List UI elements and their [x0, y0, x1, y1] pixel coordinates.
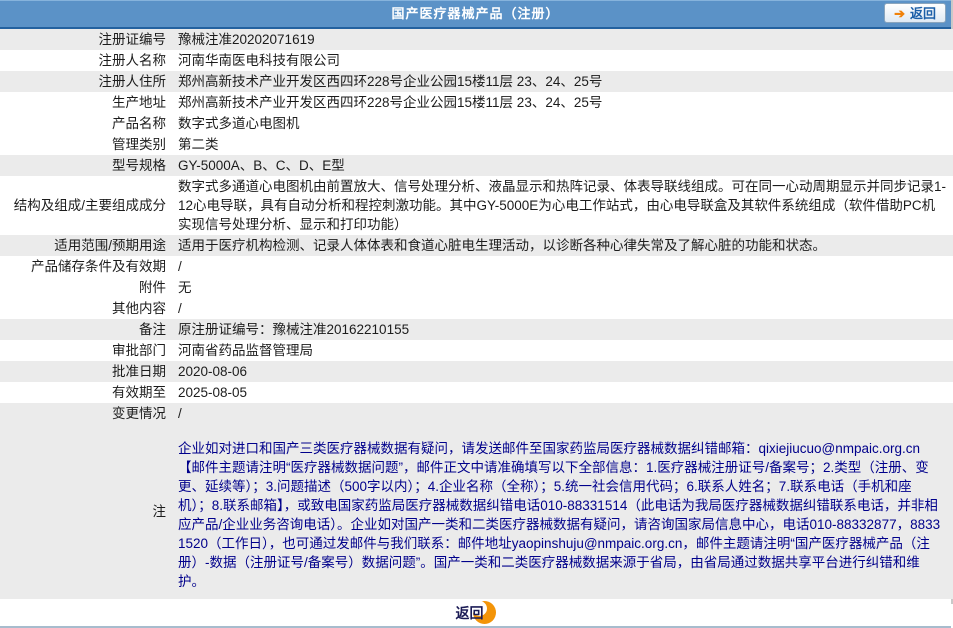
- field-value: 第二类: [178, 137, 219, 152]
- info-table: 注册证编号 豫械注准20202071619 注册人名称 河南华南医电科技有限公司 注册人…: [0, 29, 953, 599]
- field-value: 2025-08-05: [178, 385, 248, 400]
- field-label: 附件: [139, 280, 166, 295]
- field-label: 批准日期: [112, 364, 166, 379]
- field-label: 型号规格: [112, 158, 166, 173]
- field-label: 结构及组成/主要组成成分: [13, 198, 166, 213]
- field-label: 产品储存条件及有效期: [31, 259, 166, 274]
- table-row: 备注 原注册证编号：豫械注准20162210155: [0, 319, 953, 340]
- field-value: 适用于医疗机构检测、记录人体体表和食道心脏电生理活动，以诊断各种心律失常及了解心…: [178, 238, 826, 253]
- field-value: GY-5000A、B、C、D、E型: [178, 158, 345, 173]
- info-table-body: 注册证编号 豫械注准20202071619 注册人名称 河南华南医电科技有限公司 注册人…: [0, 29, 953, 599]
- field-label: 其他内容: [112, 301, 166, 316]
- field-label: 适用范围/预期用途: [54, 238, 166, 253]
- field-label: 有效期至: [112, 385, 166, 400]
- table-row: 生产地址 郑州高新技术产业开发区西四环228号企业公园15楼11层 23、24、2…: [0, 92, 953, 113]
- table-row: 适用范围/预期用途 适用于医疗机构检测、记录人体体表和食道心脏电生理活动，以诊断各…: [0, 235, 953, 256]
- back-button-top-label: 返回: [909, 5, 936, 21]
- table-row: 其他内容 /: [0, 298, 953, 319]
- table-row: 结构及组成/主要组成成分 数字式多通道心电图机由前置放大、信号处理分析、液晶显示和…: [0, 176, 953, 235]
- table-row: 变更情况 /: [0, 403, 953, 424]
- field-value: 河南省药品监督管理局: [178, 343, 313, 358]
- field-label: 注册证编号: [98, 32, 167, 47]
- field-value: 河南华南医电科技有限公司: [178, 53, 340, 68]
- table-row: 有效期至 2025-08-05: [0, 382, 953, 403]
- table-row: 管理类别 第二类: [0, 134, 953, 155]
- field-value: 2020-08-06: [178, 364, 248, 379]
- field-value: 数字式多通道心电图机由前置放大、信号处理分析、液晶显示和热阵记录、体表导联线组成…: [178, 179, 947, 232]
- back-button-top[interactable]: ➔ 返回: [884, 3, 946, 23]
- field-value: 豫械注准20202071619: [178, 32, 315, 47]
- field-label: 审批部门: [112, 343, 166, 358]
- table-row: 产品储存条件及有效期 /: [0, 256, 953, 277]
- arrow-right-icon: ➔: [894, 5, 905, 21]
- header-bar: 国产医疗器械产品（注册） ➔ 返回: [0, 0, 951, 29]
- field-label: 生产地址: [112, 95, 166, 110]
- page-title: 国产医疗器械产品（注册）: [391, 6, 560, 21]
- field-value: 郑州高新技术产业开发区西四环228号企业公园15楼11层 23、24、25号: [178, 74, 603, 89]
- field-label: 备注: [139, 322, 166, 337]
- field-value: /: [178, 259, 182, 274]
- table-row: 注册证编号 豫械注准20202071619: [0, 29, 953, 50]
- field-value: 郑州高新技术产业开发区西四环228号企业公园15楼11层 23、24、25号: [178, 95, 603, 110]
- field-label: 注册人住所: [98, 74, 167, 89]
- field-label: 变更情况: [112, 406, 166, 421]
- field-value: /: [178, 406, 182, 421]
- table-row: 产品名称 数字式多道心电图机: [0, 113, 953, 134]
- table-row: 注册人名称 河南华南医电科技有限公司: [0, 50, 953, 71]
- table-row: 注册人住所 郑州高新技术产业开发区西四环228号企业公园15楼11层 23、24、…: [0, 71, 953, 92]
- field-label: 管理类别: [112, 137, 166, 152]
- field-value: 数字式多道心电图机: [178, 116, 300, 131]
- table-row: 附件无: [0, 277, 953, 298]
- table-row: 审批部门 河南省药品监督管理局: [0, 340, 953, 361]
- back-button-bottom-label: 返回: [455, 604, 484, 621]
- note-row: 注企业如对进口和国产三类医疗器械数据有疑问，请发送邮件至国家药监局医疗器械数据纠…: [0, 424, 953, 599]
- field-value: /: [178, 301, 182, 316]
- back-button-bottom[interactable]: 返回: [456, 601, 496, 624]
- field-label: 注册人名称: [98, 53, 167, 68]
- footer: 返回: [0, 599, 951, 626]
- table-row: 批准日期 2020-08-06: [0, 361, 953, 382]
- table-row: 型号规格 GY-5000A、B、C、D、E型: [0, 155, 953, 176]
- note-label: 注: [152, 504, 167, 519]
- note-text: 企业如对进口和国产三类医疗器械数据有疑问，请发送邮件至国家药监局医疗器械数据纠错…: [178, 441, 941, 589]
- field-value: 无: [178, 280, 192, 295]
- field-value: 原注册证编号：豫械注准20162210155: [178, 322, 410, 337]
- field-label: 产品名称: [112, 116, 166, 131]
